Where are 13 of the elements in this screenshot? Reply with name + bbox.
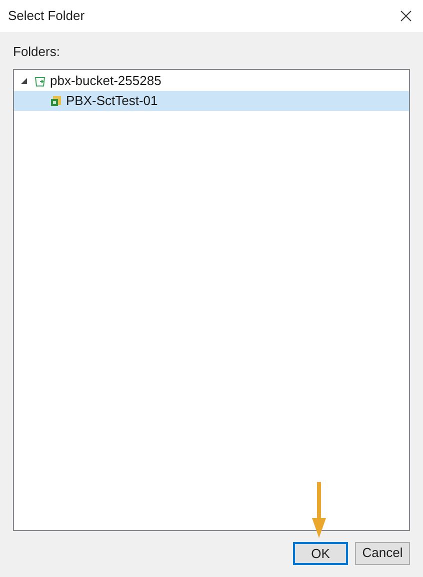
folder-icon (50, 94, 62, 106)
expanded-triangle-icon[interactable] (21, 78, 27, 84)
tree-item-label: PBX-SctTest-01 (66, 92, 158, 110)
folders-label: Folders: (13, 43, 61, 61)
dialog-button[interactable]: OK (293, 542, 348, 564)
dialog-button[interactable]: Cancel (355, 542, 410, 564)
tree-item[interactable]: pbx-bucket-255285 (14, 70, 409, 90)
bucket-icon (34, 74, 46, 86)
tree-item[interactable]: PBX-SctTest-01 (14, 90, 409, 110)
tree-item-label: pbx-bucket-255285 (50, 72, 162, 90)
window-title: Select Folder (8, 7, 85, 26)
close-icon[interactable] (400, 10, 412, 22)
arrow-icon (312, 482, 326, 538)
